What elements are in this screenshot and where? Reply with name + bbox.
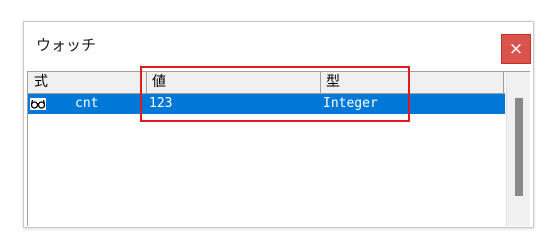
column-divider[interactable] xyxy=(503,72,504,93)
watch-row[interactable]: cnt 123 Integer xyxy=(28,94,505,114)
column-header-expression[interactable]: 式 xyxy=(30,72,146,93)
watch-type: Integer xyxy=(323,96,378,111)
column-divider[interactable] xyxy=(320,72,321,93)
watch-list[interactable]: 式 値 型 cnt 123 Integer xyxy=(27,71,530,226)
watch-value: 123 xyxy=(149,96,173,111)
page: ウォッチ × 式 値 型 cnt 123 Integer xyxy=(0,0,555,243)
column-header-value[interactable]: 値 xyxy=(148,72,320,93)
column-header-type[interactable]: 型 xyxy=(322,72,502,93)
close-button[interactable]: × xyxy=(501,34,531,64)
title-bar[interactable]: ウォッチ × xyxy=(24,22,533,68)
watch-expression: cnt xyxy=(75,96,99,111)
vertical-scrollbar[interactable] xyxy=(506,72,530,226)
watch-window: ウォッチ × 式 値 型 cnt 123 Integer xyxy=(23,21,534,228)
window-title: ウォッチ xyxy=(36,36,97,54)
column-divider[interactable] xyxy=(146,72,147,93)
column-header-row: 式 値 型 xyxy=(28,72,505,94)
scrollbar-thumb[interactable] xyxy=(515,98,523,196)
glasses-icon xyxy=(30,98,46,110)
close-icon: × xyxy=(508,39,524,59)
